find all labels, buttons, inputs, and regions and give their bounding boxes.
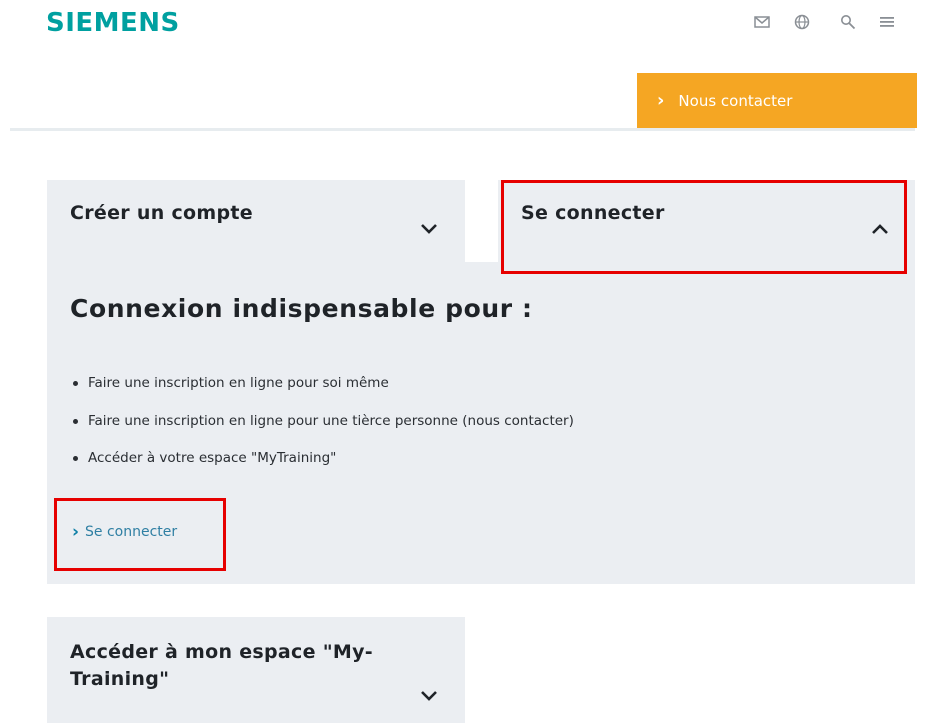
chevron-right-icon: › [72,522,80,542]
chevron-down-icon [421,691,437,701]
login-link[interactable]: › Se connecter [72,522,177,542]
contact-button[interactable]: › Nous contacter [637,73,917,128]
accordion-login[interactable]: Se connecter [498,180,915,262]
siemens-logo[interactable]: SIEMENS [46,8,180,38]
header-divider [10,128,915,131]
panel-title: Connexion indispensable pour : [70,294,533,323]
chevron-up-icon [872,224,888,234]
chevron-right-icon: › [657,90,665,111]
requirements-list: Faire une inscription en ligne pour soi … [70,372,574,485]
login-link-label: Se connecter [85,524,178,540]
accordion-create-account[interactable]: Créer un compte [47,180,465,262]
list-item: Faire une inscription en ligne pour une … [70,410,574,448]
list-item: Accéder à votre espace "MyTraining" [70,447,574,485]
accordion-my-training-label-line2: Training" [70,668,170,690]
accordion-my-training-label-line1: Accéder à mon espace "My- [70,641,373,663]
menu-icon[interactable] [877,12,897,32]
chevron-down-icon [421,224,437,234]
accordion-create-account-label: Créer un compte [70,202,253,224]
accordion-login-label: Se connecter [521,202,665,224]
globe-icon[interactable] [792,12,812,32]
contact-button-label: Nous contacter [678,91,793,110]
mail-icon[interactable] [752,12,772,32]
list-item: Faire une inscription en ligne pour soi … [70,372,574,410]
accordion-my-training[interactable]: Accéder à mon espace "My- Training" [47,617,465,723]
search-icon[interactable] [838,12,858,32]
